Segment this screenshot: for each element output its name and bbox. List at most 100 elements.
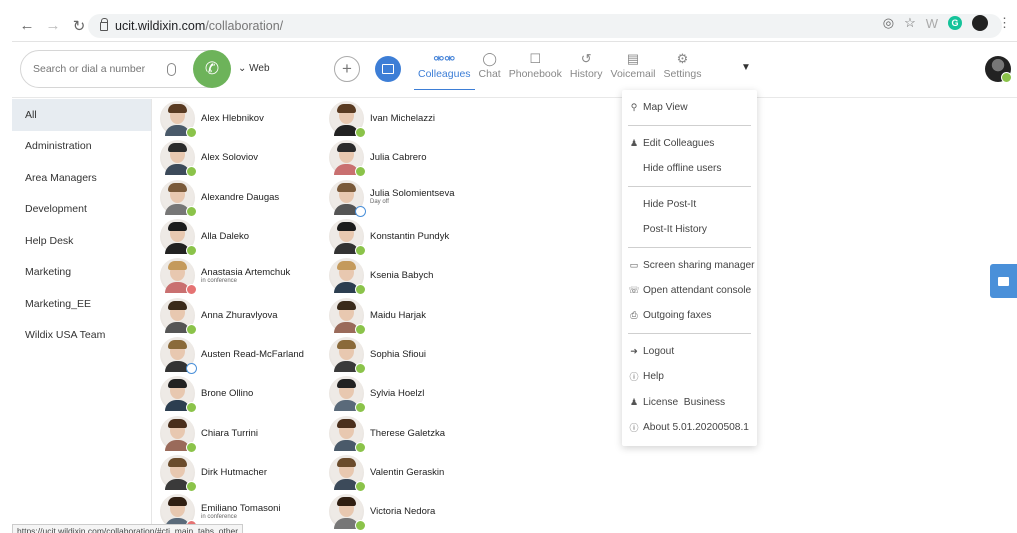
colleague-item[interactable]: Alexandre Daugas [160,178,330,217]
colleague-avatar[interactable] [329,179,366,217]
presence-status-icon [355,127,366,139]
bookmark-star-icon[interactable]: ☆ [904,15,916,31]
sidebar-item-area-managers[interactable]: Area Managers [12,162,151,194]
colleague-name: Chiara Turrini [201,427,259,439]
colleague-avatar[interactable] [160,376,197,414]
wildix-extension-icon[interactable]: W [926,16,938,31]
colleague-item[interactable]: Sylvia Hoelzl [329,374,499,414]
back-icon[interactable]: ← [16,15,38,37]
web-device-select[interactable]: ⌄ Web [238,63,270,74]
avatar-hair [337,300,356,310]
menu-item-hide-offline[interactable]: Hide offline users [643,161,722,175]
address-bar[interactable]: ucit.wildixin.com/collaboration/ [88,14,1002,38]
colleague-avatar[interactable] [160,415,197,453]
call-button[interactable]: ✆ [193,50,231,88]
reload-icon[interactable]: ↻ [68,15,90,37]
user-avatar[interactable] [985,56,1012,83]
sidebar-item-help-desk[interactable]: Help Desk [12,225,151,257]
colleague-item[interactable]: Ksenia Babych [329,256,499,296]
tab-settings[interactable]: ⚙ Settings [660,50,706,90]
colleague-info: Alex Hlebnikov [201,113,264,124]
menu-item-outgoing-faxes[interactable]: ⎙ Outgoing faxes [628,308,711,322]
search-input[interactable] [33,63,163,75]
colleague-avatar[interactable] [160,258,197,296]
menu-item-screen-sharing[interactable]: ▭ Screen sharing manager [628,258,755,272]
colleague-item[interactable]: Victoria Nedora [329,492,499,532]
colleague-avatar[interactable] [329,101,366,139]
tab-history[interactable]: ↺ History [566,50,607,90]
tab-colleagues[interactable]: ⚮⚮ Colleagues [414,50,475,90]
grammarly-icon[interactable]: G [948,16,962,30]
screen-share-button[interactable] [375,56,401,82]
colleague-avatar[interactable] [329,415,366,453]
menu-item-attendant-console[interactable]: ☏ Open attendant console [628,283,751,297]
colleague-item[interactable]: Valentin Geraskin [329,453,499,492]
tab-chat[interactable]: ◯ Chat [475,50,505,90]
chat-icon: ◯ [482,51,497,66]
colleague-item[interactable]: Dirk Hutmacher [160,453,330,492]
sidebar-item-marketing-ee[interactable]: Marketing_EE [12,288,151,320]
colleague-avatar[interactable] [329,376,366,414]
browser-profile-icon[interactable] [972,15,988,31]
colleague-avatar[interactable] [160,454,197,492]
colleague-item[interactable]: Chiara Turrini [160,413,330,453]
colleagues-icon: ⚮⚮ [433,51,456,66]
forward-icon[interactable]: → [42,15,64,37]
colleague-item[interactable]: Alla Daleko [160,217,330,257]
colleague-avatar[interactable] [329,494,366,532]
menu-item-map-view[interactable]: ⚲ Map View [628,100,688,114]
menu-item-help[interactable]: ⓘ Help [628,369,663,383]
colleague-avatar[interactable] [329,454,366,492]
colleague-item[interactable]: Maidu Harjak [329,295,499,335]
menu-item-logout[interactable]: ➜ Logout [628,344,674,358]
menu-item-edit-colleagues[interactable]: ♟ Edit Colleagues [628,136,714,150]
colleague-item[interactable]: Julia Solomientseva Day off [329,178,499,217]
colleague-item[interactable]: Therese Galetzka [329,413,499,453]
colleague-item[interactable]: Brone Ollino [160,374,330,414]
colleague-item[interactable]: Ivan Michelazzi [329,99,499,139]
colleague-avatar[interactable] [160,219,197,257]
menu-item-postit-history[interactable]: Post-It History [643,222,707,236]
more-menu-caret-icon[interactable]: ▼ [741,62,751,73]
colleague-item[interactable]: Anastasia Artemchuk in conference [160,256,330,296]
microphone-icon[interactable] [167,62,176,76]
sidebar-item-administration[interactable]: Administration [12,131,151,163]
colleague-avatar[interactable] [329,219,366,257]
menu-item-license[interactable]: ♟ License Business [628,395,725,409]
info-icon: ⓘ [629,422,639,433]
colleague-item[interactable]: Julia Cabrero [329,138,499,178]
colleague-avatar[interactable] [160,297,197,335]
sidebar-item-marketing[interactable]: Marketing [12,257,151,289]
colleague-avatar[interactable] [329,140,366,178]
sidebar-item-development[interactable]: Development [12,194,151,226]
colleague-avatar[interactable] [329,336,366,374]
colleague-item[interactable]: Austen Read-McFarland [160,335,330,374]
colleague-avatar[interactable] [160,336,197,374]
colleague-item[interactable]: Konstantin Pundyk [329,217,499,257]
colleague-info: Ksenia Babych [370,270,433,281]
post-it-button[interactable] [990,264,1017,298]
colleague-item[interactable]: Anna Zhuravlyova [160,295,330,335]
tab-phonebook[interactable]: ☐ Phonebook [505,50,566,90]
colleague-avatar[interactable] [329,297,366,335]
colleague-name: Maidu Harjak [370,309,426,321]
browser-menu-icon[interactable]: ⋮ [998,15,1011,31]
sidebar-item-wildix-usa-team[interactable]: Wildix USA Team [12,320,151,352]
colleague-item[interactable]: Sophia Sfioui [329,335,499,374]
add-button[interactable]: + [334,56,360,82]
tab-voicemail[interactable]: ▤ Voicemail [607,50,660,90]
presence-status-icon [186,127,197,139]
avatar-hair [337,418,356,428]
status-bar-url: https://ucit.wildixin.com/collaboration/… [12,524,244,533]
colleague-avatar[interactable] [160,101,197,139]
presence-status-icon [355,245,366,257]
location-icon[interactable]: ◎ [883,15,894,31]
colleague-item[interactable]: Alex Soloviov [160,138,330,178]
sidebar-item-all[interactable]: All [12,99,151,131]
colleague-avatar[interactable] [160,140,197,178]
menu-item-hide-postit[interactable]: Hide Post-It [643,197,696,211]
colleague-item[interactable]: Alex Hlebnikov [160,99,330,139]
menu-item-about[interactable]: ⓘ About 5.01.20200508.1 [628,420,748,434]
colleague-avatar[interactable] [329,258,366,296]
colleague-avatar[interactable] [160,179,197,217]
